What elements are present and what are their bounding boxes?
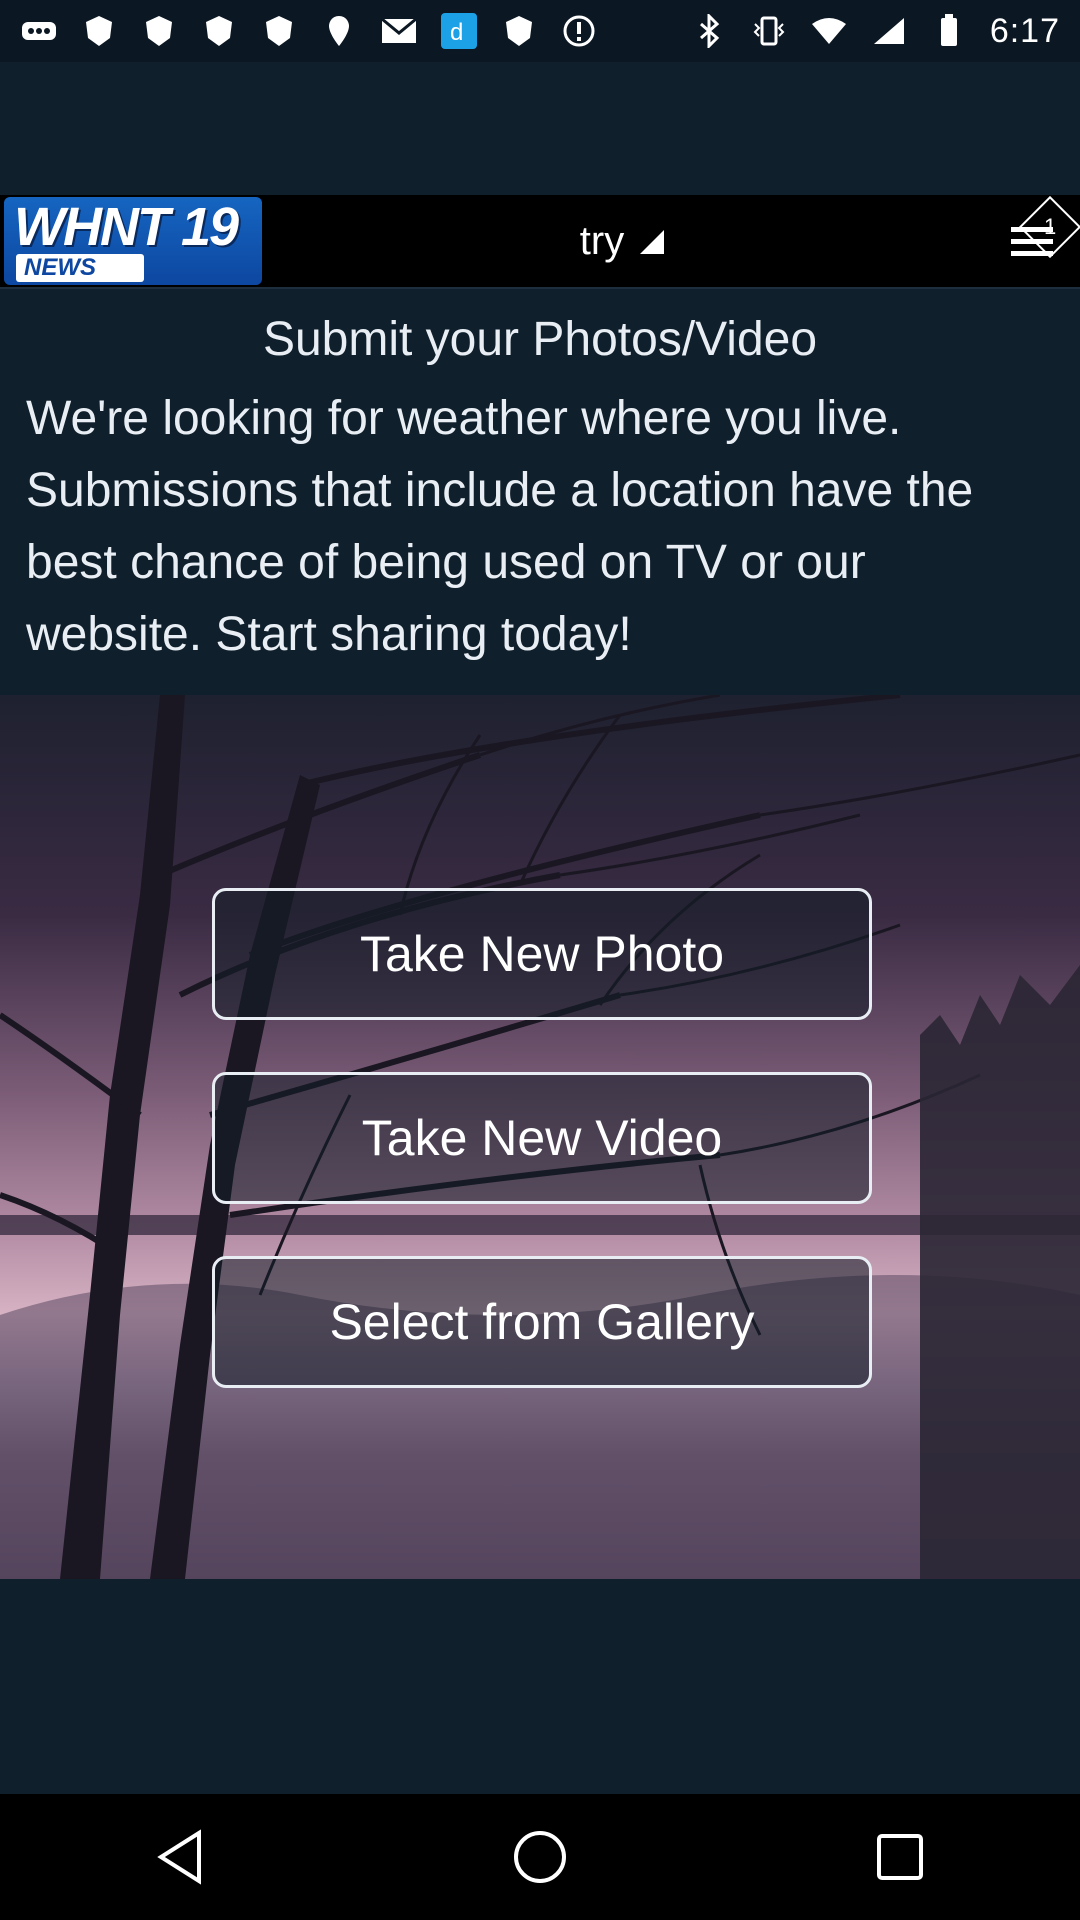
status-left-icons: d bbox=[20, 12, 598, 50]
dropdown-label: try bbox=[579, 218, 625, 263]
info-icon bbox=[560, 12, 598, 50]
mail-icon bbox=[380, 12, 418, 50]
background-photo: Take New Photo Take New Video Select fro… bbox=[0, 695, 1080, 1579]
app-header: WHNT 19 NEWS try 1 bbox=[0, 195, 1080, 289]
select-from-gallery-button[interactable]: Select from Gallery bbox=[212, 1256, 872, 1388]
take-new-photo-button[interactable]: Take New Photo bbox=[212, 888, 872, 1020]
intro-section: Submit your Photos/Video We're looking f… bbox=[0, 312, 1080, 671]
system-nav-bar bbox=[0, 1794, 1080, 1920]
nfl-icon bbox=[140, 12, 178, 50]
nfl-icon bbox=[80, 12, 118, 50]
svg-text:d: d bbox=[450, 19, 463, 46]
signal-icon bbox=[870, 12, 908, 50]
logo-text-top: WHNT 19 bbox=[14, 197, 239, 257]
nfl-icon bbox=[260, 12, 298, 50]
status-bar: d 6:17 bbox=[0, 0, 1080, 62]
wifi-icon bbox=[810, 12, 848, 50]
bluetooth-icon bbox=[690, 12, 728, 50]
vibrate-icon bbox=[750, 12, 788, 50]
nfl-icon bbox=[500, 12, 538, 50]
location-icon bbox=[320, 12, 358, 50]
location-dropdown[interactable]: try bbox=[580, 219, 666, 264]
menu-button[interactable]: 1 bbox=[984, 195, 1080, 287]
intro-description: We're looking for weather where you live… bbox=[26, 392, 974, 661]
battery-icon bbox=[930, 12, 968, 50]
status-time: 6:17 bbox=[989, 11, 1060, 50]
home-icon[interactable] bbox=[505, 1822, 575, 1892]
station-logo[interactable]: WHNT 19 NEWS bbox=[4, 197, 262, 285]
app-icon: d bbox=[440, 12, 478, 50]
take-new-video-button[interactable]: Take New Video bbox=[212, 1072, 872, 1204]
page-title: Submit your Photos/Video bbox=[262, 313, 818, 366]
status-right-icons: 6:17 bbox=[690, 12, 1060, 51]
nfl-icon bbox=[200, 12, 238, 50]
back-icon[interactable] bbox=[145, 1822, 215, 1892]
recents-icon[interactable] bbox=[865, 1822, 935, 1892]
logo-text-bottom: NEWS bbox=[16, 254, 144, 282]
more-icon bbox=[20, 12, 58, 50]
dropdown-arrow-icon bbox=[640, 230, 665, 254]
